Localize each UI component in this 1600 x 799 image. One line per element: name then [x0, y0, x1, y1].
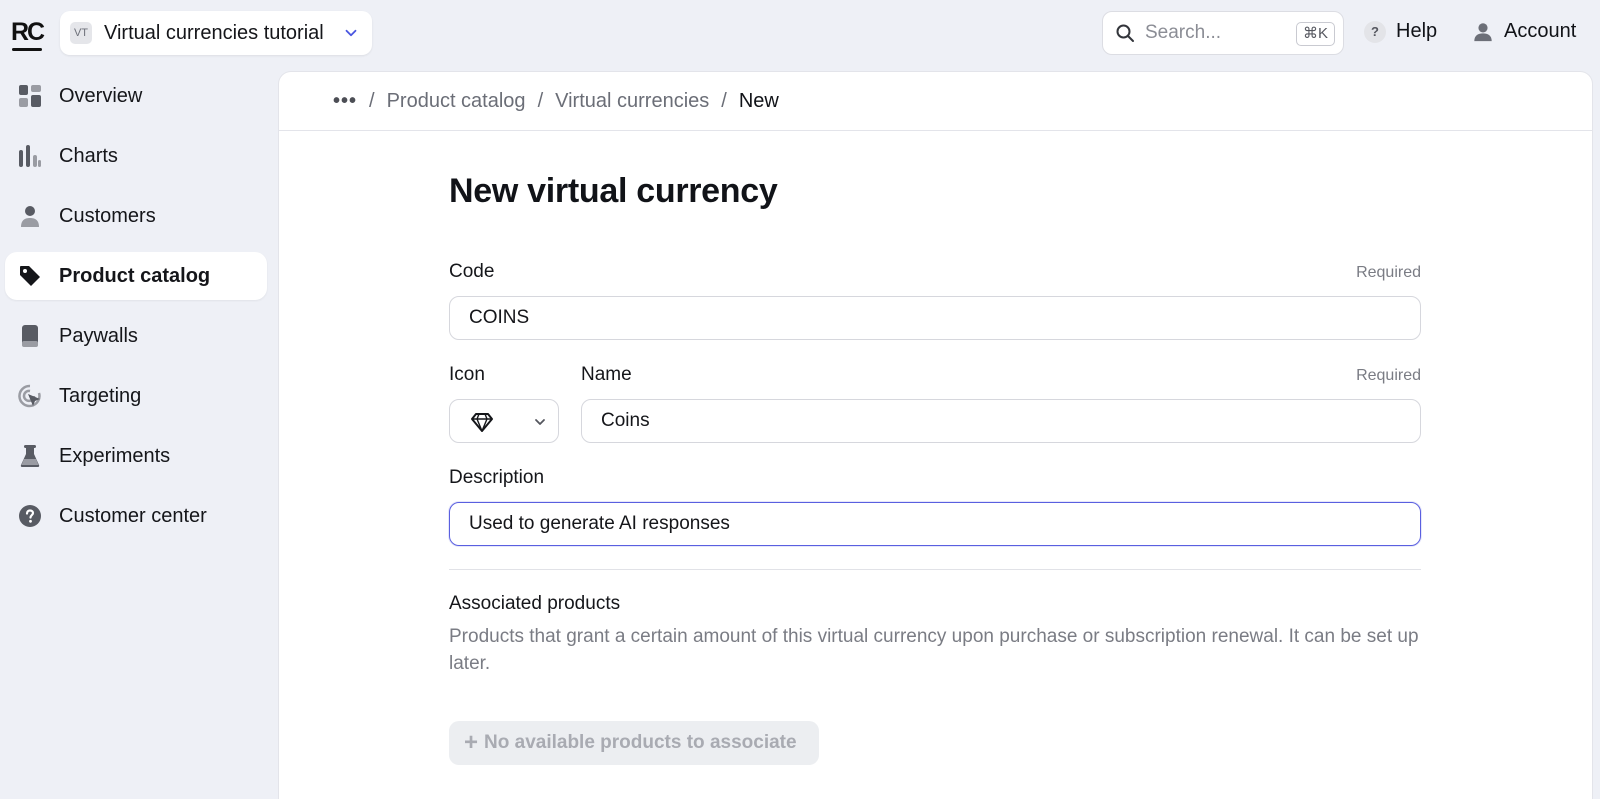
- search-icon: [1116, 24, 1134, 42]
- sidebar-item-label: Paywalls: [59, 324, 138, 347]
- revenuecat-logo[interactable]: RC: [11, 18, 45, 51]
- project-badge: VT: [70, 22, 92, 44]
- chevron-down-icon: [345, 29, 357, 37]
- divider: [449, 569, 1421, 570]
- sidebar-item-customer-center[interactable]: Customer center: [5, 492, 267, 540]
- breadcrumb-virtual-currencies[interactable]: Virtual currencies: [555, 90, 709, 113]
- diamond-icon: [471, 413, 493, 432]
- code-field[interactable]: COINS: [449, 296, 1421, 340]
- name-label: Name: [581, 364, 632, 385]
- sidebar-item-label: Customers: [59, 204, 156, 227]
- associated-products-description: Products that grant a certain amount of …: [449, 626, 1419, 674]
- project-name: Virtual currencies tutorial: [104, 21, 324, 44]
- help-icon: ?: [1364, 20, 1386, 43]
- charts-icon: [18, 144, 42, 168]
- search-shortcut: ⌘K: [1295, 22, 1335, 46]
- sidebar-item-customers[interactable]: Customers: [5, 192, 267, 240]
- plus-icon: +: [464, 729, 479, 756]
- breadcrumb-product-catalog[interactable]: Product catalog: [387, 90, 526, 113]
- help-button[interactable]: ? Help: [1364, 20, 1437, 43]
- sidebar-item-paywalls[interactable]: Paywalls: [5, 312, 267, 360]
- sidebar-item-label: Product catalog: [59, 264, 211, 287]
- sidebar-item-label: Targeting: [59, 384, 142, 407]
- sidebar-item-charts[interactable]: Charts: [5, 132, 267, 180]
- tag-icon: [18, 264, 42, 288]
- overview-icon: [18, 84, 42, 108]
- sidebar: Overview Charts Customers Product catalo…: [5, 72, 267, 552]
- code-label: Code: [449, 261, 495, 282]
- sidebar-item-overview[interactable]: Overview: [5, 72, 267, 120]
- associated-products-title: Associated products: [449, 593, 621, 614]
- breadcrumb: ••• / Product catalog / Virtual currenci…: [279, 72, 1592, 131]
- breadcrumb-separator: /: [721, 89, 727, 112]
- page-title: New virtual currency: [449, 172, 778, 210]
- icon-label: Icon: [449, 364, 485, 385]
- help-label: Help: [1396, 20, 1438, 42]
- targeting-icon: [18, 384, 42, 408]
- breadcrumb-separator: /: [537, 89, 544, 112]
- sidebar-item-product-catalog[interactable]: Product catalog: [5, 252, 267, 300]
- main-panel: ••• / Product catalog / Virtual currenci…: [279, 72, 1592, 799]
- more-icon[interactable]: •••: [333, 90, 357, 113]
- description-field[interactable]: Used to generate AI responses: [449, 502, 1421, 546]
- flask-icon: [18, 444, 42, 468]
- associate-products-button[interactable]: + No available products to associate: [449, 721, 819, 765]
- logo-text: RC: [11, 18, 45, 46]
- customers-icon: [18, 204, 42, 228]
- name-field[interactable]: Coins: [581, 399, 1421, 443]
- sidebar-item-label: Charts: [59, 144, 118, 167]
- name-required: Required: [1356, 367, 1421, 384]
- sidebar-item-label: Experiments: [59, 444, 171, 467]
- breadcrumb-separator: /: [369, 89, 375, 112]
- chevron-down-icon: [535, 419, 545, 425]
- search-box[interactable]: ⌘K: [1102, 11, 1344, 55]
- breadcrumb-current: New: [738, 89, 779, 112]
- sidebar-item-label: Customer center: [59, 504, 207, 527]
- code-required: Required: [1356, 264, 1421, 281]
- search-input[interactable]: [1145, 22, 1285, 44]
- project-switcher[interactable]: VT Virtual currencies tutorial: [60, 11, 372, 55]
- sidebar-item-label: Overview: [59, 84, 143, 107]
- virtual-currency-form: New virtual currency Code Required COINS…: [449, 172, 1421, 765]
- sidebar-item-experiments[interactable]: Experiments: [5, 432, 267, 480]
- icon-select[interactable]: [449, 399, 559, 443]
- associate-products-label: No available products to associate: [484, 732, 797, 753]
- sidebar-item-targeting[interactable]: Targeting: [5, 372, 267, 420]
- description-label: Description: [449, 467, 545, 488]
- account-button[interactable]: Account: [1472, 20, 1576, 43]
- user-icon: [1474, 22, 1492, 41]
- paywalls-icon: [18, 324, 42, 348]
- question-icon: [18, 504, 42, 528]
- account-label: Account: [1504, 20, 1577, 42]
